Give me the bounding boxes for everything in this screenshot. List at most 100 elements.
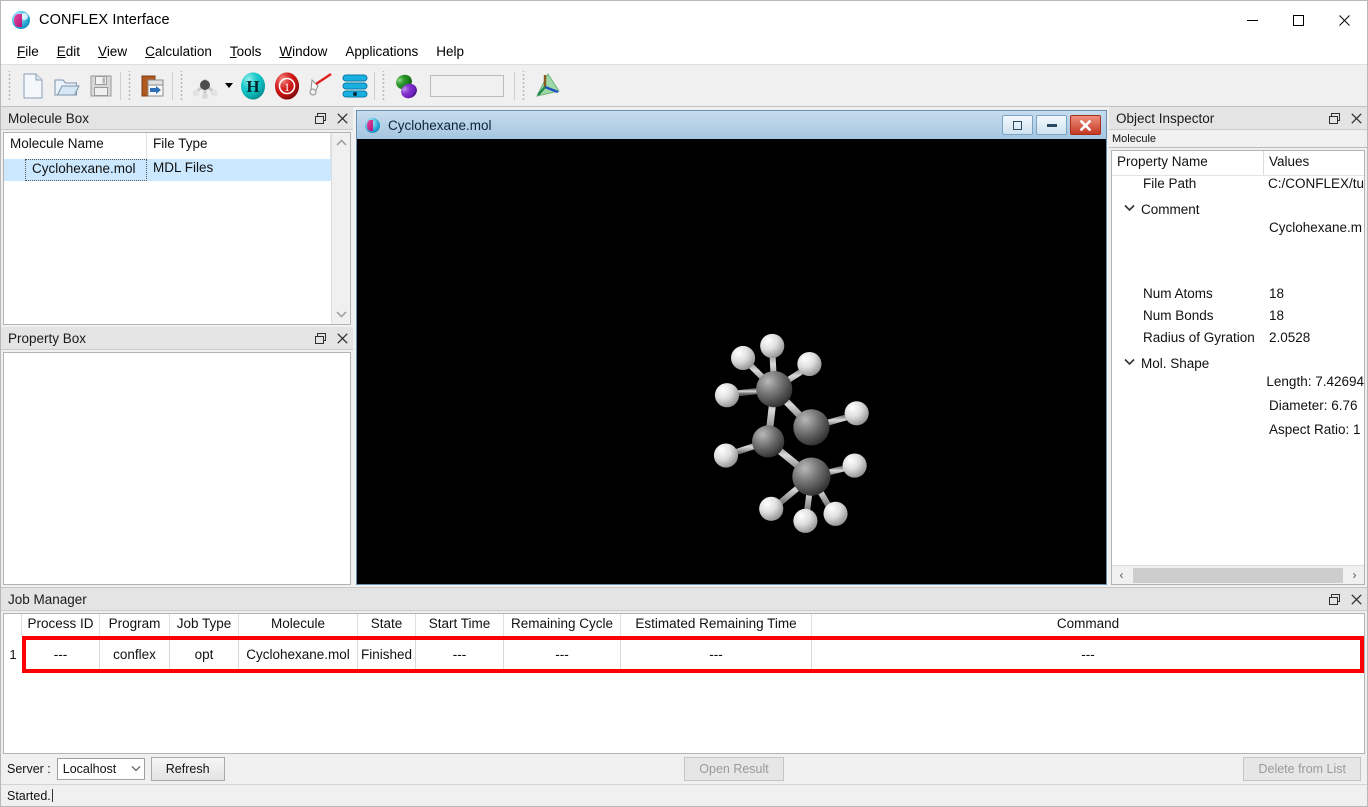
refresh-button[interactable]: Refresh xyxy=(150,757,225,781)
job-manager-table: Process ID Program Job Type Molecule Sta… xyxy=(3,613,1365,754)
menu-applications[interactable]: Applications xyxy=(336,41,427,62)
toolbar-grip-4[interactable] xyxy=(380,70,387,101)
inspector-row-file-path[interactable]: File Path C:/CONFLEX/tu xyxy=(1112,176,1364,198)
property-box-body[interactable] xyxy=(3,352,351,585)
molecule-model-icon[interactable] xyxy=(188,68,222,104)
chevron-down-icon[interactable] xyxy=(1124,203,1135,215)
column-job-type[interactable]: Job Type xyxy=(170,614,239,636)
job-manager-float-button[interactable] xyxy=(1323,589,1345,610)
column-state[interactable]: State xyxy=(358,614,416,636)
object-inspector-float-button[interactable] xyxy=(1323,108,1345,129)
molecule-box-close-button[interactable] xyxy=(331,108,353,129)
property-box-float-button[interactable] xyxy=(309,328,331,349)
row-index: 1 xyxy=(9,647,17,662)
chevron-down-icon[interactable] xyxy=(222,68,236,104)
hscroll-thumb[interactable] xyxy=(1133,567,1343,583)
viewer-restore-button[interactable] xyxy=(1002,115,1033,135)
new-file-icon[interactable] xyxy=(16,68,50,104)
scroll-left-icon[interactable]: ‹ xyxy=(1112,568,1131,582)
object-inspector-close-button[interactable] xyxy=(1345,108,1367,129)
menu-tools[interactable]: Tools xyxy=(221,41,271,62)
cell-process-id: --- xyxy=(22,636,100,673)
conformation-list-icon[interactable] xyxy=(338,68,372,104)
inspector-row-comment[interactable]: Comment xyxy=(1112,198,1364,220)
property-value xyxy=(1264,352,1364,374)
menu-calculation[interactable]: Calculation xyxy=(136,41,221,62)
chevron-down-icon[interactable] xyxy=(1124,357,1135,369)
molecule-box-float-button[interactable] xyxy=(309,108,331,129)
inspector-row-aspect-ratio[interactable]: Aspect Ratio: 1 xyxy=(1112,422,1364,446)
column-file-type[interactable]: File Type xyxy=(147,133,331,159)
save-icon[interactable] xyxy=(84,68,118,104)
clean-structure-icon[interactable] xyxy=(304,68,338,104)
menu-file[interactable]: File xyxy=(8,41,48,62)
viewer-minimize-button[interactable] xyxy=(1036,115,1067,135)
column-start-time[interactable]: Start Time xyxy=(416,614,504,636)
scroll-down-icon[interactable] xyxy=(335,305,347,324)
axes-icon[interactable] xyxy=(530,68,564,104)
menu-help[interactable]: Help xyxy=(427,41,473,62)
column-values[interactable]: Values xyxy=(1264,151,1364,175)
scroll-right-icon[interactable]: › xyxy=(1345,568,1364,582)
toolbar-grip[interactable] xyxy=(6,70,13,101)
menu-view[interactable]: View xyxy=(89,41,136,62)
table-row[interactable]: 1 --- conflex opt Cyclohexane.mol Finish… xyxy=(4,636,1364,673)
inspector-row-mol-shape[interactable]: Mol. Shape xyxy=(1112,352,1364,374)
property-box-close-button[interactable] xyxy=(331,328,353,349)
inspector-row-comment-text[interactable]: Cyclohexane.m xyxy=(1112,220,1364,242)
delete-from-list-button[interactable]: Delete from List xyxy=(1243,757,1361,781)
inspector-row-num-atoms[interactable]: Num Atoms 18 xyxy=(1112,286,1364,308)
open-folder-icon[interactable] xyxy=(50,68,84,104)
column-remaining-cycle[interactable]: Remaining Cycle xyxy=(504,614,621,636)
column-command[interactable]: Command xyxy=(812,614,1364,636)
server-select[interactable]: Localhost xyxy=(56,758,145,780)
cell-molecule-name[interactable]: Cyclohexane.mol xyxy=(25,159,147,181)
column-process-id[interactable]: Process ID xyxy=(22,614,100,636)
open-result-button[interactable]: Open Result xyxy=(684,757,784,781)
add-hydrogen-icon[interactable]: H xyxy=(236,68,270,104)
svg-text:H: H xyxy=(246,77,259,96)
molecule-box-body: Molecule Name File Type Cyclohexane.mol … xyxy=(3,132,351,325)
cell-estimated-remaining-time: --- xyxy=(621,636,812,673)
inspector-row-length[interactable]: Length: 7.42694 xyxy=(1112,374,1364,398)
cyclohexane-ball-and-stick xyxy=(713,333,869,533)
job-manager-header: Job Manager xyxy=(1,587,1367,611)
object-inspector-hscrollbar[interactable]: ‹ › xyxy=(1112,565,1364,584)
molecule-list-row[interactable]: Cyclohexane.mol MDL Files xyxy=(4,159,331,181)
molecule-viewer-titlebar[interactable]: Cyclohexane.mol xyxy=(357,111,1106,139)
toolbar-grip-5[interactable] xyxy=(520,70,527,101)
column-molecule-name[interactable]: Molecule Name xyxy=(4,133,147,159)
property-name-container: Mol. Shape xyxy=(1112,352,1264,374)
object-inspector-tab-molecule[interactable]: Molecule xyxy=(1109,130,1367,148)
orbital-icon[interactable] xyxy=(390,68,424,104)
molecule-box-panel: Molecule Box Molecule Name File Type Cyc… xyxy=(1,107,353,327)
formal-charge-icon[interactable]: 1 xyxy=(270,68,304,104)
molecule-3d-canvas[interactable] xyxy=(357,139,1106,584)
application-window: CONFLEX Interface File Edit View Calcula… xyxy=(0,0,1368,807)
mdi-column: Cyclohexane.mol xyxy=(353,107,1109,587)
toolbar-combo-input[interactable] xyxy=(430,74,504,97)
toolbar-grip-3[interactable] xyxy=(178,70,185,101)
menu-edit[interactable]: Edit xyxy=(48,41,89,62)
import-molecule-icon[interactable] xyxy=(136,68,170,104)
molecule-box-scrollbar[interactable] xyxy=(331,133,350,324)
cell-start-time: --- xyxy=(416,636,504,673)
minimize-button[interactable] xyxy=(1229,1,1275,39)
column-property-name[interactable]: Property Name xyxy=(1112,151,1264,175)
inspector-row-num-bonds[interactable]: Num Bonds 18 xyxy=(1112,308,1364,330)
scroll-up-icon[interactable] xyxy=(335,133,347,152)
column-estimated-remaining-time[interactable]: Estimated Remaining Time xyxy=(621,614,812,636)
menu-window-label: W xyxy=(279,44,293,59)
chevron-down-icon[interactable] xyxy=(128,764,144,775)
viewer-close-button[interactable] xyxy=(1070,115,1101,135)
property-value xyxy=(1264,242,1364,264)
menu-window[interactable]: Window xyxy=(270,41,336,62)
toolbar-grip-2[interactable] xyxy=(126,70,133,101)
column-program[interactable]: Program xyxy=(100,614,170,636)
maximize-button[interactable] xyxy=(1275,1,1321,39)
inspector-row-diameter[interactable]: Diameter: 6.76 xyxy=(1112,398,1364,422)
inspector-row-radius-of-gyration[interactable]: Radius of Gyration 2.0528 xyxy=(1112,330,1364,352)
column-molecule[interactable]: Molecule xyxy=(239,614,358,636)
close-button[interactable] xyxy=(1321,1,1367,39)
job-manager-close-button[interactable] xyxy=(1345,589,1367,610)
